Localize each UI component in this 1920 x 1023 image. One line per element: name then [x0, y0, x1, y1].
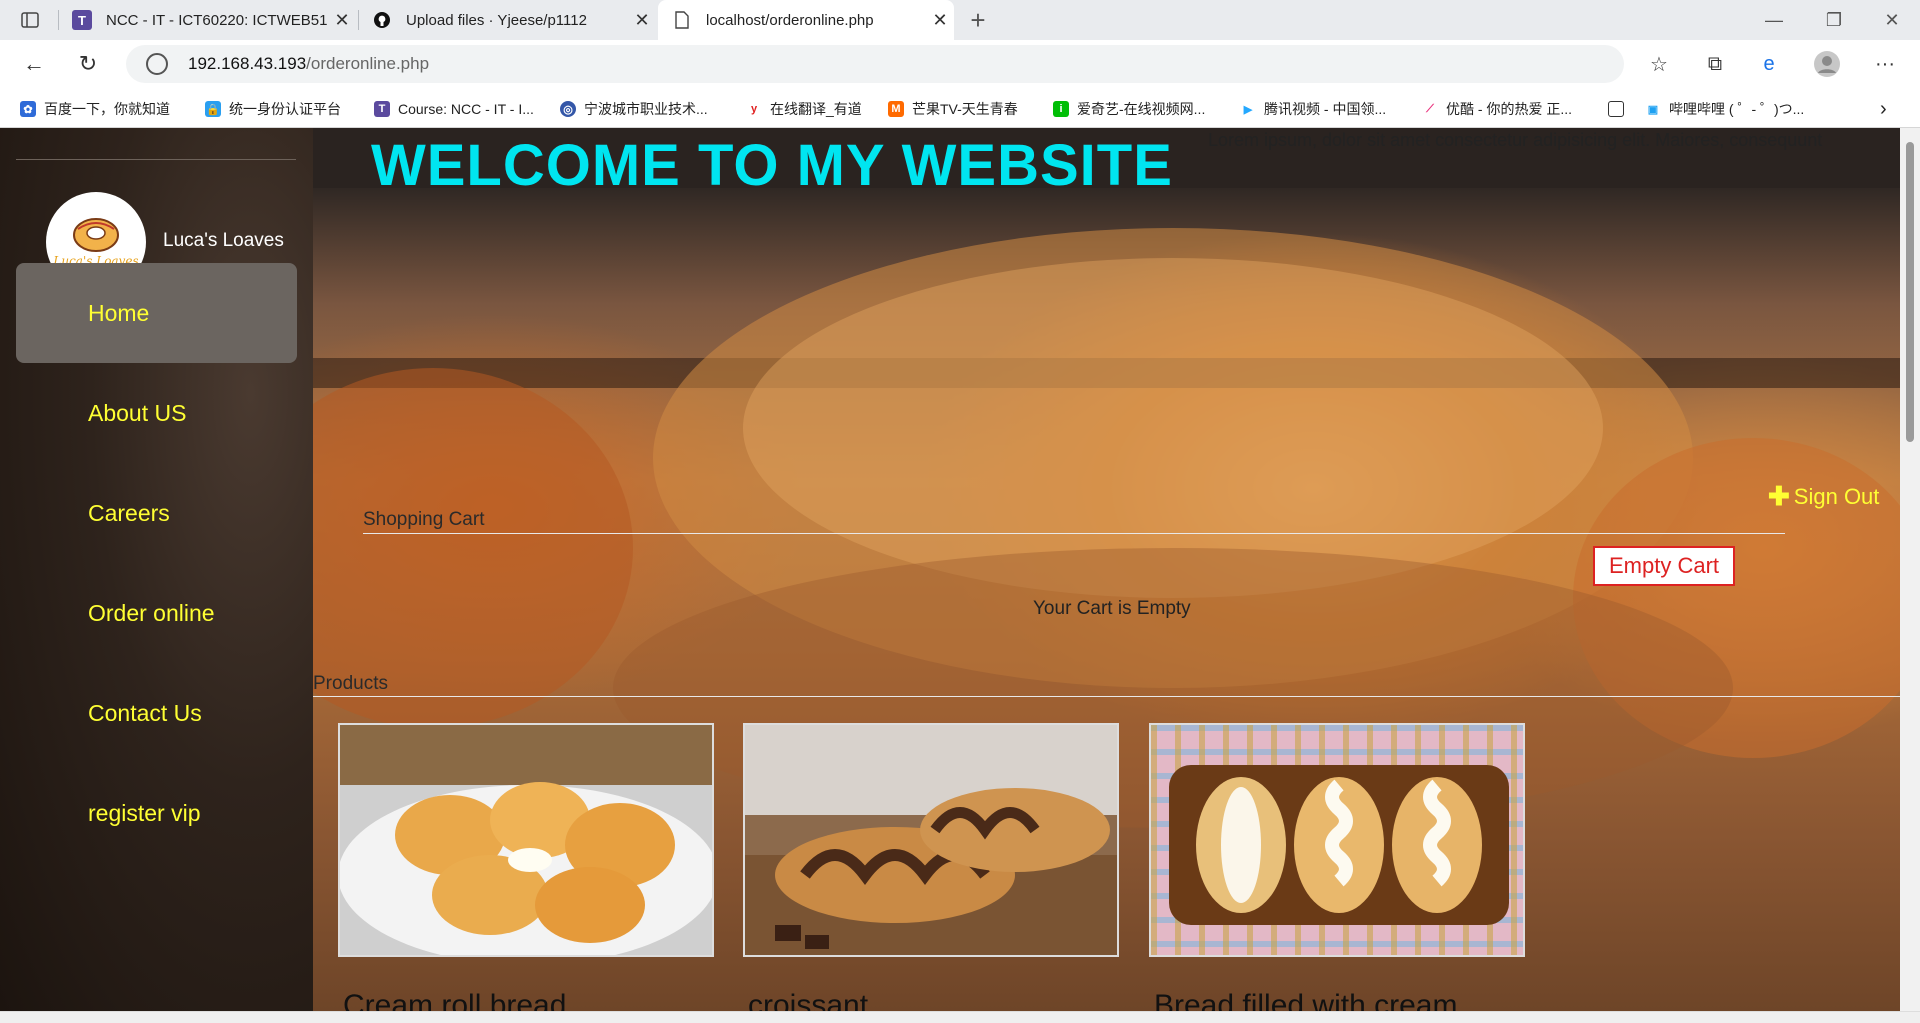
empty-cart-button[interactable]: Empty Cart [1593, 546, 1735, 586]
bookmark-item[interactable]: M 芒果TV-天生青春 [888, 98, 1018, 120]
divider [363, 533, 1785, 534]
bookmark-item[interactable]: ▣ 哔哩哔哩 ( ゜- ゜)つ... [1645, 98, 1804, 120]
browser-tab-active[interactable]: localhost/orderonline.php ✕ [658, 0, 954, 40]
url-text: 192.168.43.193/orderonline.php [188, 54, 430, 73]
close-tab-icon[interactable]: ✕ [628, 10, 656, 31]
college-icon: ◎ [560, 101, 576, 117]
youdao-icon: y [746, 101, 762, 117]
scrollbar-thumb[interactable] [1906, 142, 1914, 442]
nav-contact-us[interactable]: Contact Us [16, 663, 297, 763]
brand-name: Luca's Loaves [163, 230, 284, 251]
close-tab-icon[interactable]: ✕ [926, 10, 954, 31]
cart-empty-message: Your Cart is Empty [1033, 598, 1191, 619]
page-viewport: Luca's Loaves Luca's Loaves Home About U… [0, 128, 1920, 1011]
chevron-right-icon[interactable]: › [1880, 98, 1887, 120]
close-window-icon[interactable]: ✕ [1866, 0, 1918, 40]
divider [16, 159, 296, 160]
tab-actions-icon[interactable] [4, 0, 56, 40]
tab-title: Upload files · Yjeese/p1112 [406, 11, 587, 29]
bookmark-item[interactable]: ◎ 宁波城市职业技术... [560, 98, 708, 120]
product-image-croissant[interactable] [743, 723, 1119, 957]
tab-title: NCC - IT - ICT60220: ICTWEB513 [106, 11, 328, 29]
back-arrow-icon[interactable]: ← [16, 46, 52, 82]
tab-strip: T NCC - IT - ICT60220: ICTWEB513 ✕ Uploa… [0, 0, 1920, 40]
nav-register-vip[interactable]: register vip [16, 763, 297, 863]
page-icon [672, 10, 692, 30]
sidebar: Luca's Loaves Luca's Loaves Home About U… [0, 128, 313, 1011]
product-image-cream-roll[interactable] [338, 723, 714, 957]
github-icon [372, 10, 392, 30]
nav-careers[interactable]: Careers [16, 463, 297, 563]
sign-out-link[interactable]: ✚ Sign Out [1768, 481, 1879, 512]
lock-icon: 🔒 [205, 101, 221, 117]
browser-tab-github[interactable]: Upload files · Yjeese/p1112 ✕ [358, 0, 656, 40]
bookmark-item[interactable]: ▶ 腾讯视频 - 中国领... [1240, 98, 1386, 120]
products-title: Products [313, 673, 388, 694]
profile-avatar-icon[interactable] [1812, 49, 1842, 79]
iqiyi-icon: i [1053, 101, 1069, 117]
tab-title: localhost/orderonline.php [706, 11, 874, 29]
welcome-heading: WELCOME TO MY WEBSITE [371, 133, 1173, 198]
cart-title: Shopping Cart [363, 509, 485, 530]
nav-order-online[interactable]: Order online [16, 563, 297, 663]
refresh-icon[interactable]: ↻ [70, 46, 106, 82]
mango-tv-icon: M [888, 101, 904, 117]
main-content: WELCOME TO MY WEBSITE Lorem ipsum, dolor… [313, 128, 1900, 1011]
tencent-video-icon: ▶ [1240, 101, 1256, 117]
address-bar: ← ↻ 192.168.43.193/orderonline.php ☆ ⧉ e… [0, 40, 1920, 88]
bookmark-item[interactable]: i 爱奇艺-在线视频网... [1053, 98, 1205, 120]
divider [313, 696, 1900, 697]
nav-about-us[interactable]: About US [16, 363, 297, 463]
collections-icon[interactable]: ⧉ [1700, 49, 1730, 79]
plus-icon: ✚ [1768, 481, 1790, 511]
bookmarks-bar: ✿ 百度一下，你就知道 🔒 统一身份认证平台 T Course: NCC - IT -… [0, 88, 1920, 128]
bookmark-item[interactable]: y 在线翻译_有道 [746, 98, 862, 120]
page-icon [1608, 101, 1624, 117]
browser-tab-ncc[interactable]: T NCC - IT - ICT60220: ICTWEB513 ✕ [58, 0, 356, 40]
product-name: Bread filled with cream [1154, 989, 1458, 1011]
bilibili-icon: ▣ [1645, 101, 1661, 117]
lorem-text: Lorem ipsum, dolor sit amet consectetur … [1208, 130, 1823, 150]
close-tab-icon[interactable]: ✕ [328, 10, 356, 31]
ie-mode-icon[interactable]: e [1754, 49, 1784, 79]
bookmark-item[interactable]: ✿ 百度一下，你就知道 [20, 98, 170, 120]
product-name: Cream roll bread [343, 989, 567, 1011]
horizontal-scrollbar[interactable] [0, 1011, 1920, 1023]
product-name: croissant [748, 989, 869, 1011]
restore-icon[interactable]: ❐ [1808, 0, 1860, 40]
globe-icon [146, 53, 168, 75]
bookmark-item[interactable]: 🔒 统一身份认证平台 [205, 98, 341, 120]
bookmark-item[interactable]: ⟋ 优酷 - 你的热爱 正... [1422, 98, 1572, 120]
bookmark-item[interactable] [1608, 98, 1632, 120]
baidu-paw-icon: ✿ [20, 101, 36, 117]
sign-out-label: Sign Out [1793, 483, 1880, 509]
url-field[interactable]: 192.168.43.193/orderonline.php [126, 45, 1624, 83]
youku-icon: ⟋ [1422, 101, 1438, 117]
product-image-cream-filled[interactable] [1149, 723, 1525, 957]
more-menu-icon[interactable]: ··· [1870, 49, 1900, 79]
ncc-icon: T [72, 10, 92, 30]
minimize-icon[interactable]: — [1748, 0, 1800, 40]
nav-home[interactable]: Home [16, 263, 297, 363]
favorites-star-icon[interactable]: ☆ [1644, 49, 1674, 79]
new-tab-icon[interactable]: + [954, 0, 1002, 40]
ncc-icon: T [374, 101, 390, 117]
vertical-scrollbar[interactable] [1900, 128, 1920, 1011]
bookmark-item[interactable]: T Course: NCC - IT - I... [374, 98, 534, 120]
